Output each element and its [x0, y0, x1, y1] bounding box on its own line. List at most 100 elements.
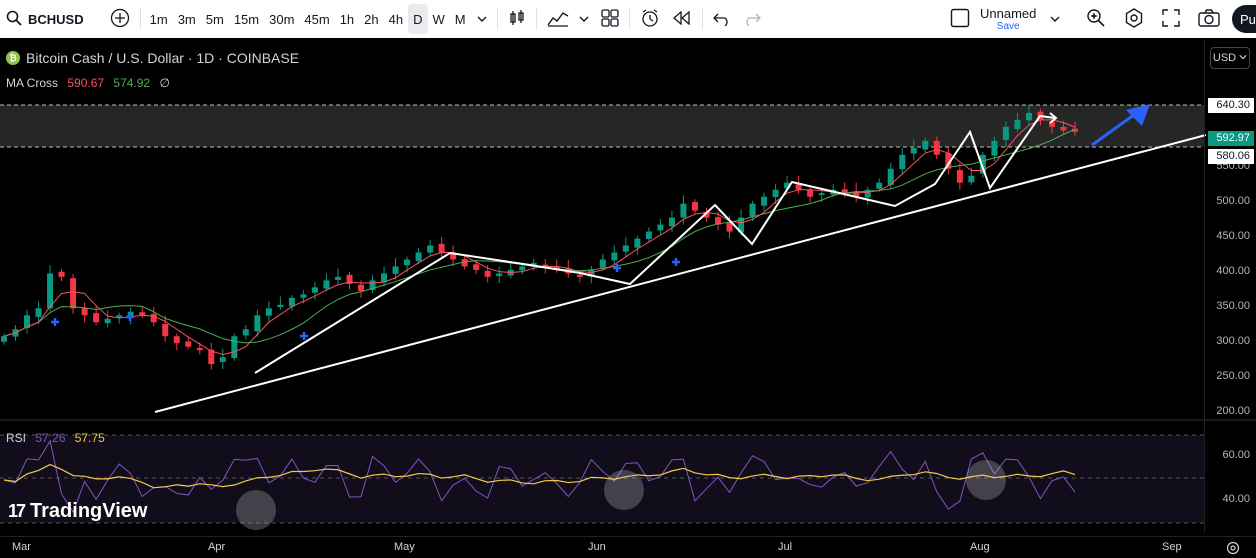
undo-button[interactable] — [707, 4, 737, 34]
grid-icon — [600, 8, 619, 30]
layout-select-checkbox[interactable] — [944, 4, 976, 34]
settings-button[interactable] — [1118, 4, 1150, 34]
candle-body — [1002, 126, 1009, 141]
timeframe-1m[interactable]: 1m — [145, 4, 173, 34]
ma-cross-legend[interactable]: MA Cross 590.67 574.92 ∅ — [6, 76, 170, 90]
candle-body — [761, 196, 768, 206]
layout-save-button[interactable]: Unnamed Save — [976, 7, 1040, 32]
tradingview-watermark[interactable]: 17 TradingView — [8, 500, 147, 523]
price-axis[interactable]: USD 550.00 500.00 450.00 400.00 350.00 300.00… — [1204, 40, 1256, 532]
candle-body — [231, 336, 238, 358]
candle-body — [519, 266, 526, 271]
top-toolbar: BCHUSD 1m 3m 5m 15m 30m 45m 1h 2h 4h D W M Unnamed … — [0, 0, 1256, 38]
chevron-down-icon — [1050, 12, 1060, 27]
candle-body — [876, 182, 883, 189]
candle-body — [1025, 112, 1032, 121]
candle-body — [219, 357, 226, 363]
rsi-band — [0, 435, 1204, 523]
chevron-down-icon — [477, 12, 487, 27]
price-label: 400.00 — [1216, 265, 1250, 277]
gear-icon — [1124, 7, 1144, 31]
timeframe-15m[interactable]: 15m — [229, 4, 264, 34]
chevron-down-icon — [1239, 52, 1247, 64]
layout-dropdown[interactable] — [1044, 4, 1066, 34]
timeframe-D[interactable]: D — [408, 4, 428, 34]
redo-button[interactable] — [737, 4, 767, 34]
cross-marker — [300, 332, 308, 340]
timeframe-M[interactable]: M — [450, 4, 471, 34]
time-label-jul: Jul — [778, 541, 793, 553]
square-icon — [950, 8, 970, 31]
candle-body — [622, 245, 629, 252]
chart-area[interactable]: ₿ Bitcoin Cash / U.S. Dollar · 1D · COIN… — [0, 40, 1256, 558]
rewind-icon — [672, 10, 692, 29]
chart-canvas[interactable] — [0, 40, 1256, 558]
rsi-legend[interactable]: RSI 57.26 57.75 — [6, 431, 105, 445]
candle-body — [910, 147, 917, 154]
ma-fast-line — [3, 119, 1076, 356]
symbol-search[interactable]: BCHUSD — [0, 4, 90, 34]
candles-icon — [508, 9, 526, 30]
candle-body — [323, 280, 330, 289]
timeframe-45m[interactable]: 45m — [299, 4, 334, 34]
symbol-description: Bitcoin Cash / U.S. Dollar · 1D · COINBA… — [26, 50, 300, 66]
timeframe-4h[interactable]: 4h — [384, 4, 408, 34]
candle-body — [47, 273, 54, 309]
alert-button[interactable] — [634, 4, 666, 34]
price-label: 200.00 — [1216, 405, 1250, 417]
timeframe-2h[interactable]: 2h — [359, 4, 383, 34]
quick-search-button[interactable] — [1080, 4, 1112, 34]
candle-type-button[interactable] — [502, 4, 532, 34]
timeframe-1h[interactable]: 1h — [335, 4, 359, 34]
time-label-jun: Jun — [588, 541, 606, 553]
currency-button[interactable]: USD — [1210, 47, 1250, 69]
cross-marker — [51, 318, 59, 326]
redo-icon — [743, 10, 761, 29]
candle-body — [496, 273, 503, 277]
indicators-button[interactable] — [541, 4, 595, 34]
candle-body — [311, 287, 318, 293]
timeframe-dropdown[interactable] — [471, 4, 493, 34]
candle-body — [58, 271, 65, 277]
timeframe-W[interactable]: W — [428, 4, 450, 34]
time-label-may: May — [394, 541, 415, 553]
search-icon — [6, 10, 22, 29]
fullscreen-button[interactable] — [1156, 4, 1186, 34]
tradingview-text: TradingView — [30, 500, 148, 522]
settings-icon[interactable] — [1226, 541, 1240, 558]
publish-button[interactable]: Pu — [1232, 5, 1256, 33]
candle-body — [415, 252, 422, 262]
candle-body — [93, 313, 100, 323]
time-label-apr: Apr — [208, 541, 226, 553]
candle-body — [772, 189, 779, 198]
timeframe-30m[interactable]: 30m — [264, 4, 299, 34]
timeframe-3m[interactable]: 3m — [173, 4, 201, 34]
timeframe-5m[interactable]: 5m — [201, 4, 229, 34]
candle-body — [933, 140, 940, 155]
candle-body — [680, 203, 687, 218]
price-tag: 580.06 — [1208, 149, 1254, 164]
candle-body — [358, 284, 364, 291]
replay-button[interactable] — [666, 4, 698, 34]
rsi-axis-label: 60.00 — [1222, 449, 1250, 461]
candle-body — [173, 336, 180, 344]
time-axis[interactable]: Mar Apr May Jun Jul Aug Sep — [0, 536, 1256, 558]
candle-body — [484, 270, 491, 277]
plus-circle-icon — [110, 8, 130, 31]
compare-symbol-button[interactable] — [104, 4, 136, 34]
price-label: 250.00 — [1216, 370, 1250, 382]
candle-body — [968, 175, 975, 183]
candle-body — [691, 201, 698, 211]
candle-body — [668, 217, 675, 227]
price-label: 500.00 — [1216, 195, 1250, 207]
magnifier-sparkle-icon — [1086, 8, 1106, 31]
layout-grid-button[interactable] — [595, 4, 625, 34]
candle-body — [599, 259, 606, 268]
chart-legend-title: ₿ Bitcoin Cash / U.S. Dollar · 1D · COIN… — [6, 50, 299, 66]
candle-body — [1060, 126, 1067, 131]
highlight-circle — [604, 470, 644, 510]
candle-body — [657, 224, 664, 231]
divider — [701, 8, 703, 30]
snapshot-button[interactable] — [1192, 4, 1226, 34]
candle-body — [392, 266, 399, 274]
